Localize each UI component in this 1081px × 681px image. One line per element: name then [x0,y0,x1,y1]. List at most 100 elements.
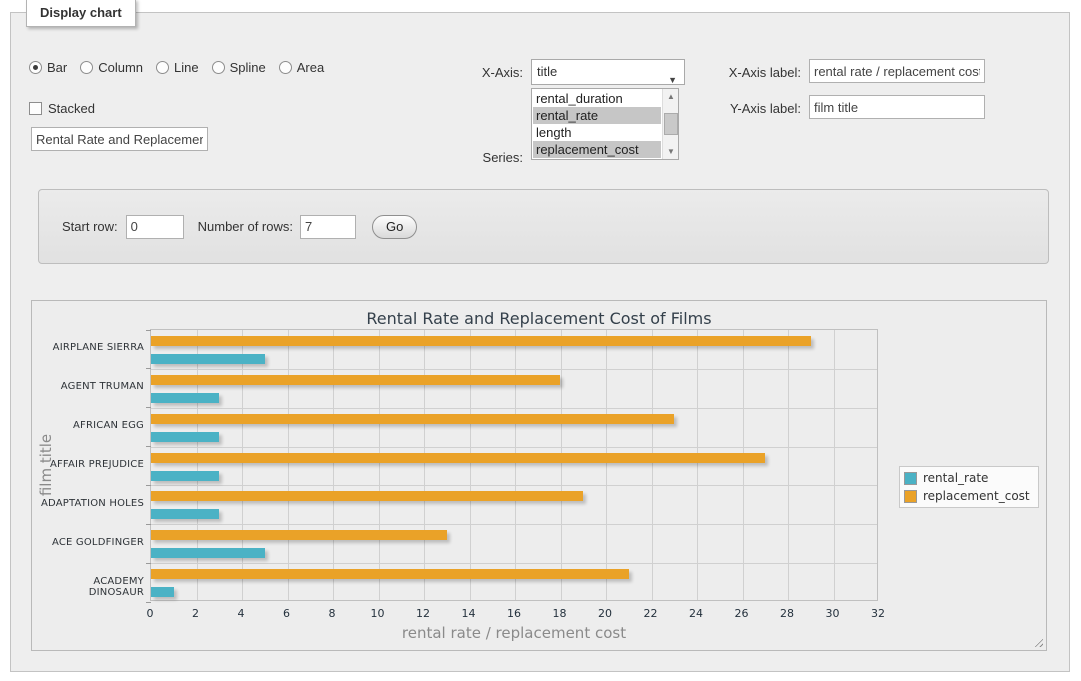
chart-type-radio-bar[interactable]: Bar [29,60,67,75]
start-row-input[interactable] [126,215,184,239]
fieldset-legend: Display chart [26,0,136,27]
bar-replacement_cost [151,453,765,463]
series-multiselect[interactable]: rental_durationrental_ratelengthreplacem… [531,88,679,160]
go-button[interactable]: Go [372,215,417,239]
horizontal-gridline [151,447,877,448]
category-label: ADAPTATION HOLES [39,498,144,509]
bar-rental_rate [151,432,219,442]
vertical-gridline [470,330,471,600]
y-axis-tick-mark [146,563,151,564]
radio-label: Line [174,60,199,75]
series-option-length[interactable]: length [533,124,661,141]
horizontal-gridline [151,563,877,564]
bar-rental_rate [151,393,219,403]
display-chart-fieldset: Display chart BarColumnLineSplineArea St… [10,12,1070,672]
series-option-list: rental_durationrental_ratelengthreplacem… [533,90,661,158]
horizontal-gridline [151,524,877,525]
y-axis-tick-mark [146,407,151,408]
bar-rental_rate [151,587,174,597]
bar-replacement_cost [151,375,560,385]
series-scrollbar[interactable]: ▲ ▼ [662,89,678,159]
vertical-gridline [424,330,425,600]
bar-rental_rate [151,548,265,558]
radio-label: Bar [47,60,67,75]
y-axis-label-input[interactable] [809,95,985,119]
x-axis-select-label: X-Axis: [431,65,523,80]
scrollbar-thumb[interactable] [664,113,678,135]
series-option-rental_rate[interactable]: rental_rate [533,107,661,124]
legend-label: rental_rate [923,471,988,485]
category-label: AGENT TRUMAN [39,381,144,392]
radio-icon[interactable] [156,61,169,74]
category-label: ACADEMY DINOSAUR [39,576,144,598]
series-option-replacement_cost[interactable]: replacement_cost [533,141,661,158]
bar-replacement_cost [151,414,674,424]
x-axis-tick-label: 18 [545,607,575,620]
bar-replacement_cost [151,569,629,579]
number-of-rows-input[interactable] [300,215,356,239]
x-axis-tick-label: 28 [772,607,802,620]
x-axis-label-input[interactable] [809,59,985,83]
vertical-gridline [242,330,243,600]
horizontal-gridline [151,485,877,486]
vertical-gridline [197,330,198,600]
chart-type-radio-line[interactable]: Line [156,60,199,75]
vertical-gridline [834,330,835,600]
chart-type-radio-group: Bar Column Line Spline Area [29,60,324,75]
chart-legend: rental_rate replacement_cost [899,466,1039,508]
chart-x-axis-label: rental rate / replacement cost [150,624,878,642]
stacked-checkbox-row: Stacked [29,101,95,116]
resize-handle-icon[interactable] [1032,636,1043,647]
radio-icon[interactable] [29,61,42,74]
stacked-label: Stacked [48,101,95,116]
number-of-rows-label: Number of rows: [198,219,293,234]
x-axis-tick-label: 26 [727,607,757,620]
y-axis-tick-mark [146,485,151,486]
chart-title-input[interactable] [31,127,208,151]
vertical-gridline [788,330,789,600]
series-option-rental_duration[interactable]: rental_duration [533,90,661,107]
vertical-gridline [743,330,744,600]
bar-rental_rate [151,509,219,519]
chart-container: Rental Rate and Replacement Cost of Film… [31,300,1047,651]
vertical-gridline [515,330,516,600]
radio-icon[interactable] [279,61,292,74]
chart-type-radio-column[interactable]: Column [80,60,143,75]
legend-label: replacement_cost [923,489,1030,503]
row-range-panel: Start row: Number of rows: Go [38,189,1049,264]
chart-type-radio-area[interactable]: Area [279,60,324,75]
vertical-gridline [652,330,653,600]
radio-label: Area [297,60,324,75]
radio-icon[interactable] [80,61,93,74]
x-axis-tick-label: 2 [181,607,211,620]
vertical-gridline [697,330,698,600]
x-axis-selected-value: title [537,64,557,79]
category-label: AFFAIR PREJUDICE [39,459,144,470]
chart-title: Rental Rate and Replacement Cost of Film… [32,309,1046,328]
category-label: ACE GOLDFINGER [39,537,144,548]
legend-swatch-icon [904,472,917,485]
scroll-down-icon[interactable]: ▼ [663,144,679,159]
x-axis-tick-label: 30 [818,607,848,620]
horizontal-gridline [151,408,877,409]
x-axis-tick-label: 10 [363,607,393,620]
legend-item-rental_rate: rental_rate [904,471,1030,485]
start-row-label: Start row: [62,219,118,234]
x-axis-tick-label: 22 [636,607,666,620]
radio-icon[interactable] [212,61,225,74]
x-axis-tick-label: 20 [590,607,620,620]
y-axis-label-caption: Y-Axis label: [651,101,801,116]
x-axis-tick-label: 12 [408,607,438,620]
radio-label: Spline [230,60,266,75]
y-axis-tick-mark [146,446,151,447]
chart-type-radio-spline[interactable]: Spline [212,60,266,75]
bar-rental_rate [151,354,265,364]
stacked-checkbox[interactable] [29,102,42,115]
chart-plot-area [150,329,878,601]
bar-replacement_cost [151,530,447,540]
x-axis-tick-label: 14 [454,607,484,620]
y-axis-tick-mark [146,524,151,525]
vertical-gridline [561,330,562,600]
horizontal-gridline [151,369,877,370]
legend-item-replacement_cost: replacement_cost [904,489,1030,503]
